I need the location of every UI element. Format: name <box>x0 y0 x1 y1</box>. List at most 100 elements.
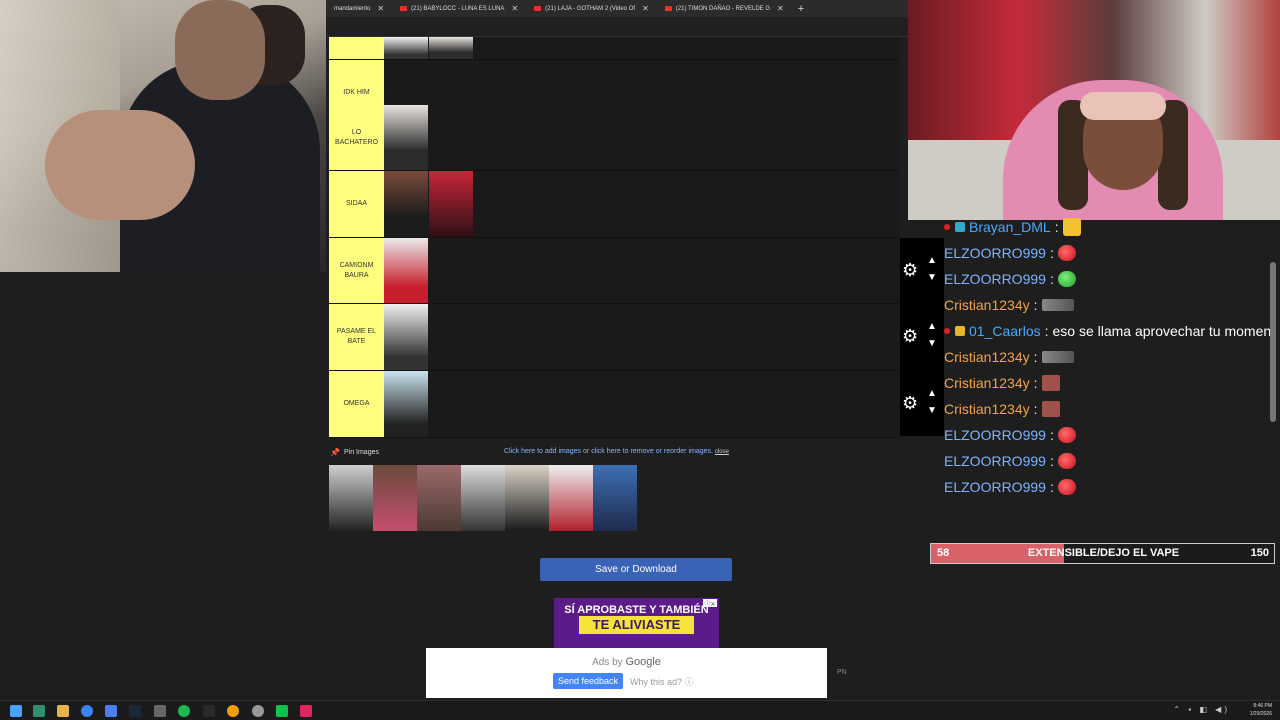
chat-username[interactable]: Cristian1234y <box>944 349 1030 365</box>
chat-username[interactable]: ELZOORRO999 <box>944 271 1046 287</box>
image-help-text: Click here to add images or click here t… <box>504 448 729 455</box>
browser-tab-2[interactable]: (21) BABYLOCC - LUNA ES LUNA ✕ <box>394 0 524 17</box>
tier-image[interactable] <box>384 371 428 437</box>
tier-items[interactable] <box>384 371 900 437</box>
chat-message: ELZOORRO999 : <box>944 266 1076 292</box>
chrome-icon[interactable] <box>227 705 239 717</box>
emote-icon <box>1057 479 1076 495</box>
browser-tab-3[interactable]: (21) LAJA - GOTHAM 2 (Video Of ✕ <box>528 0 655 17</box>
webcam-left-person-hand <box>45 110 195 220</box>
tier-image[interactable] <box>384 37 428 59</box>
steam-icon[interactable] <box>129 705 141 717</box>
tier-label[interactable] <box>329 37 384 59</box>
new-tab-button[interactable]: + <box>798 3 804 15</box>
tier-image[interactable] <box>384 304 428 370</box>
pool-image[interactable] <box>461 465 505 531</box>
send-feedback-button[interactable]: Send feedback <box>553 673 623 689</box>
app-icon[interactable] <box>105 705 117 717</box>
tier-label[interactable]: SIDAA <box>329 171 384 237</box>
add-images-link[interactable]: Click here to add images <box>504 448 581 455</box>
taskview-icon[interactable] <box>33 705 45 717</box>
app-icon[interactable] <box>154 705 166 717</box>
tier-label[interactable]: OMEGA <box>329 371 384 437</box>
pool-image[interactable] <box>549 465 593 531</box>
obs-icon[interactable] <box>252 705 264 717</box>
save-download-button[interactable]: Save or Download <box>540 558 732 581</box>
spotify-icon[interactable] <box>178 705 190 717</box>
tier-items[interactable] <box>384 105 900 170</box>
chat-username[interactable]: Cristian1234y <box>944 375 1030 391</box>
tier-image[interactable] <box>384 105 428 170</box>
chevron-down-icon[interactable]: ▼ <box>927 405 937 416</box>
kick-icon[interactable] <box>276 705 288 717</box>
tier-items[interactable] <box>384 37 900 59</box>
chat-username[interactable]: Cristian1234y <box>944 401 1030 417</box>
chat-username[interactable]: ELZOORRO999 <box>944 453 1046 469</box>
ad-banner[interactable]: SÍ APROBASTE Y TAMBIÉN TE ALIVIASTE ⓘ✕ <box>554 598 719 650</box>
tier-items[interactable] <box>384 171 900 237</box>
chat-colon: : <box>1033 349 1038 365</box>
tier-image[interactable] <box>384 171 428 237</box>
close-icon[interactable]: ✕ <box>777 4 784 13</box>
app-icon[interactable] <box>203 705 215 717</box>
chat-scrollbar[interactable] <box>1270 262 1276 422</box>
file-explorer-icon[interactable] <box>57 705 69 717</box>
chat-username[interactable]: ELZOORRO999 <box>944 245 1046 261</box>
browser-tab-1[interactable]: mandamiento ✕ <box>328 0 390 17</box>
emote-icon <box>1041 299 1074 311</box>
start-icon[interactable] <box>10 705 22 717</box>
gear-icon[interactable]: ⚙ <box>902 393 918 414</box>
chat-username[interactable]: ELZOORRO999 <box>944 427 1046 443</box>
why-this-ad-link[interactable]: Why this ad? ⓘ <box>630 675 694 688</box>
reorder-images-link[interactable]: click here to remove or reorder images. <box>591 448 713 455</box>
system-tray-icons[interactable]: ⌃ ▪ ◧ ◀) <box>1173 705 1230 714</box>
tier-row: PASAME EL BATE <box>329 304 900 371</box>
close-icon[interactable]: ✕ <box>377 4 384 13</box>
chevron-down-icon[interactable]: ▼ <box>927 272 937 283</box>
chat-colon: : <box>1033 401 1038 417</box>
pin-images-toggle[interactable]: 📌 Pin Images <box>330 448 379 457</box>
pool-image[interactable] <box>505 465 549 531</box>
emote-icon <box>1057 245 1076 261</box>
chat-username[interactable]: Cristian1234y <box>944 297 1030 313</box>
ad-close-icon[interactable]: ⓘ✕ <box>703 599 717 608</box>
chevron-up-icon[interactable]: ▲ <box>927 388 937 399</box>
tier-row: LO BACHATERO <box>329 105 900 171</box>
pin-icon: 📌 <box>330 448 340 457</box>
gear-icon[interactable]: ⚙ <box>902 326 918 347</box>
close-help-link[interactable]: close <box>715 449 729 455</box>
close-icon[interactable]: ✕ <box>642 4 649 13</box>
clock[interactable]: 8:46 PM 1/29/2026 <box>1250 702 1272 718</box>
tier-label[interactable]: LO BACHATERO <box>329 105 384 170</box>
goal-progress-bar: 58 EXTENSIBLE/DEJO EL VAPE 150 <box>930 543 1275 564</box>
chat-username[interactable]: Brayan_DML <box>969 219 1051 235</box>
emote-icon <box>1041 375 1060 391</box>
tier-row: OMEGA <box>329 371 900 438</box>
browser-icon[interactable] <box>81 705 93 717</box>
chevron-down-icon[interactable]: ▼ <box>927 338 937 349</box>
tier-image[interactable] <box>429 171 473 237</box>
pool-image[interactable] <box>417 465 461 531</box>
chevron-up-icon[interactable]: ▲ <box>927 321 937 332</box>
chevron-up-icon[interactable]: ▲ <box>927 255 937 266</box>
chat-message: ELZOORRO999 : <box>944 422 1076 448</box>
emote-icon <box>1062 218 1081 236</box>
tier-label[interactable]: CAMIONM BAURA <box>329 238 384 303</box>
tier-image[interactable] <box>429 37 473 59</box>
tier-label[interactable]: PASAME EL BATE <box>329 304 384 370</box>
tier-items[interactable] <box>384 238 900 303</box>
chat-username[interactable]: ELZOORRO999 <box>944 479 1046 495</box>
tier-items[interactable] <box>384 304 900 370</box>
chat-username[interactable]: 01_Caarlos <box>969 323 1041 339</box>
pool-image[interactable] <box>329 465 373 531</box>
tier-image[interactable] <box>384 238 428 303</box>
image-pool <box>329 465 637 531</box>
gear-icon[interactable]: ⚙ <box>902 260 918 281</box>
browser-tab-4[interactable]: (21) TIMON DAÑAO - REVELDE G ✕ <box>659 0 790 17</box>
pool-image[interactable] <box>373 465 417 531</box>
webcam-right <box>908 0 1280 220</box>
pool-image[interactable] <box>593 465 637 531</box>
tiktok-icon[interactable] <box>300 705 312 717</box>
close-icon[interactable]: ✕ <box>511 4 518 13</box>
pn-label: PN <box>837 669 847 676</box>
